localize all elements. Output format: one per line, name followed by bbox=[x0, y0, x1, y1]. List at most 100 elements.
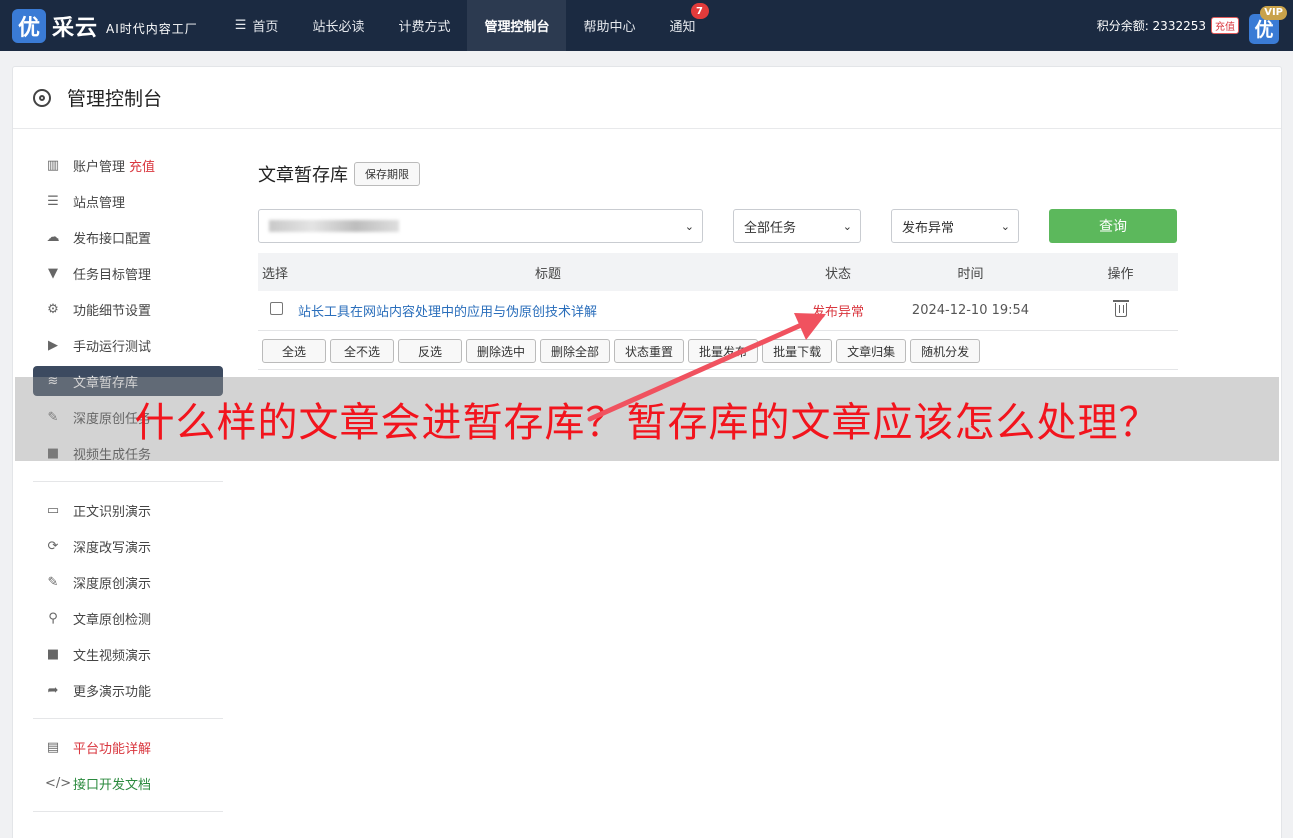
cogs-icon: ⚙ bbox=[47, 301, 59, 317]
logo[interactable]: 优 采云 AI时代内容工厂 bbox=[12, 0, 198, 51]
task-select-value: 全部任务 bbox=[744, 220, 797, 236]
select-none-button[interactable]: 全不选 bbox=[330, 339, 394, 363]
column-header: 操作 bbox=[1107, 266, 1134, 282]
logo-text: 采云 bbox=[52, 15, 99, 41]
sidebar-item-account[interactable]: ▥ 账户管理 充值 bbox=[33, 147, 223, 183]
filter-icon: ▼ bbox=[48, 265, 58, 281]
nav-item-must-read[interactable]: 站长必读 bbox=[295, 0, 381, 51]
notification-badge: 7 bbox=[690, 3, 709, 19]
sidebar-item-label: 账户管理 bbox=[73, 159, 126, 175]
sidebar-item-rewrite-demo[interactable]: ⟳ 深度改写演示 bbox=[33, 528, 223, 564]
share-icon: ➦ bbox=[47, 682, 59, 698]
sidebar-item-text-recognition-demo[interactable]: ▭ 正文识别演示 bbox=[33, 492, 223, 528]
table-header: 选择 标题 状态 时间 操作 bbox=[258, 253, 1178, 291]
sidebar-item-label: 文生视频演示 bbox=[73, 648, 152, 664]
sidebar-divider bbox=[33, 481, 223, 482]
server-icon: ☰ bbox=[47, 193, 59, 209]
gear-icon bbox=[33, 88, 51, 107]
retention-period-button[interactable]: 保存期限 bbox=[354, 162, 420, 186]
sidebar-item-label: 正文识别演示 bbox=[73, 504, 152, 520]
column-header: 时间 bbox=[957, 266, 984, 282]
sidebar-item-label: 手动运行测试 bbox=[73, 339, 152, 355]
sidebar-item-label: 深度改写演示 bbox=[73, 540, 152, 556]
sidebar-item-label: 功能细节设置 bbox=[73, 303, 152, 319]
chevron-down-icon: ⌄ bbox=[842, 220, 852, 233]
column-header: 标题 bbox=[534, 266, 561, 282]
sidebar-item-api-docs[interactable]: </> 接口开发文档 bbox=[33, 765, 223, 801]
nav-item-home[interactable]: ☰ 首页 bbox=[218, 0, 296, 51]
sidebar: ▥ 账户管理 充值 ☰ 站点管理 ☁ 发布接口配置 ▼ 任务目标管理 ⚙ 功能细… bbox=[33, 147, 223, 822]
sidebar-item-sites[interactable]: ☰ 站点管理 bbox=[33, 183, 223, 219]
random-distribute-button[interactable]: 随机分发 bbox=[910, 339, 981, 363]
nav-item-notifications[interactable]: 通知 7 bbox=[653, 0, 713, 51]
redacted-site-name bbox=[269, 220, 399, 232]
select-cell bbox=[258, 302, 298, 319]
row-checkbox[interactable] bbox=[270, 302, 283, 315]
article-title-link[interactable]: 站长工具在网站内容处理中的应用与伪原创技术详解 bbox=[298, 301, 798, 320]
column-header: 状态 bbox=[824, 266, 851, 282]
recharge-link[interactable]: 充值 bbox=[129, 156, 155, 175]
sidebar-item-task-targets[interactable]: ▼ 任务目标管理 bbox=[33, 255, 223, 291]
menu-icon: ☰ bbox=[234, 18, 247, 33]
nav-item-label: 通知 bbox=[669, 20, 696, 35]
query-button[interactable]: 查询 bbox=[1049, 209, 1177, 243]
nav-item-help[interactable]: 帮助中心 bbox=[566, 0, 652, 51]
column-header: 选择 bbox=[262, 266, 289, 282]
status-select[interactable]: 发布异常 ⌄ bbox=[891, 209, 1019, 243]
bulk-download-button[interactable]: 批量下载 bbox=[762, 339, 833, 363]
file-icon: ▤ bbox=[46, 739, 60, 755]
logo-mark: 优 bbox=[12, 8, 46, 43]
monitor-icon: ▭ bbox=[46, 502, 60, 518]
overlay-banner: 什么样的文章会进暂存库？暂存库的文章应该怎么处理？ bbox=[15, 377, 1279, 461]
sidebar-item-label: 发布接口配置 bbox=[73, 231, 152, 247]
nav-item-label: 帮助中心 bbox=[583, 20, 636, 35]
delete-selected-button[interactable]: 删除选中 bbox=[466, 339, 537, 363]
banner-text: 什么样的文章会进暂存库？暂存库的文章应该怎么处理？ bbox=[134, 400, 1160, 446]
select-all-button[interactable]: 全选 bbox=[262, 339, 326, 363]
chevron-down-icon: ⌄ bbox=[1000, 220, 1010, 233]
sidebar-item-label: 站点管理 bbox=[73, 195, 126, 211]
sidebar-divider bbox=[33, 811, 223, 812]
table-row: 站长工具在网站内容处理中的应用与伪原创技术详解 发布异常 2024-12-10 … bbox=[258, 291, 1178, 331]
invert-selection-button[interactable]: 反选 bbox=[398, 339, 462, 363]
sidebar-item-original-demo[interactable]: ✎ 深度原创演示 bbox=[33, 564, 223, 600]
time-text: 2024-12-10 19:54 bbox=[911, 303, 1030, 318]
sidebar-item-originality-check[interactable]: ⚲ 文章原创检测 bbox=[33, 600, 223, 636]
collect-articles-button[interactable]: 文章归集 bbox=[836, 339, 907, 363]
nav-item-pricing[interactable]: 计费方式 bbox=[381, 0, 467, 51]
section-header: 文章暂存库 保存期限 bbox=[258, 161, 1178, 187]
edit-icon: ✎ bbox=[47, 574, 59, 590]
task-select[interactable]: 全部任务 ⌄ bbox=[733, 209, 861, 243]
operation-cell bbox=[1063, 300, 1178, 321]
site-select[interactable]: ⌄ bbox=[258, 209, 703, 243]
reset-status-button[interactable]: 状态重置 bbox=[614, 339, 685, 363]
sidebar-item-label: 深度原创演示 bbox=[73, 576, 152, 592]
nav-item-label: 计费方式 bbox=[398, 20, 451, 35]
code-icon: </> bbox=[45, 775, 72, 791]
bar-chart-icon: ▥ bbox=[46, 157, 60, 173]
sidebar-item-settings[interactable]: ⚙ 功能细节设置 bbox=[33, 291, 223, 327]
articles-table: 选择 标题 状态 时间 操作 站长工具在网站内容处理中的应用与伪原创技术详解 发… bbox=[258, 253, 1178, 370]
video-icon: ■ bbox=[46, 646, 60, 662]
main-content: 文章暂存库 保存期限 ⌄ 全部任务 ⌄ 发布异常 ⌄ 查询 选择 标题 状态 时… bbox=[258, 147, 1178, 370]
sidebar-item-text-to-video-demo[interactable]: ■ 文生视频演示 bbox=[33, 636, 223, 672]
nav-item-console[interactable]: 管理控制台 bbox=[467, 0, 567, 51]
sidebar-item-publish-api[interactable]: ☁ 发布接口配置 bbox=[33, 219, 223, 255]
nav-item-label: 站长必读 bbox=[312, 20, 365, 35]
recharge-link[interactable]: 充值 bbox=[1211, 17, 1239, 34]
sidebar-item-more-demos[interactable]: ➦ 更多演示功能 bbox=[33, 672, 223, 708]
sidebar-item-manual-test[interactable]: ▶ 手动运行测试 bbox=[33, 327, 223, 363]
nav-item-label: 管理控制台 bbox=[484, 20, 550, 35]
delete-all-button[interactable]: 删除全部 bbox=[540, 339, 611, 363]
refresh-icon: ⟳ bbox=[47, 538, 59, 554]
sidebar-item-label: 平台功能详解 bbox=[73, 741, 152, 757]
sidebar-item-platform-features[interactable]: ▤ 平台功能详解 bbox=[33, 729, 223, 765]
status-select-value: 发布异常 bbox=[902, 220, 955, 236]
user-avatar[interactable]: 优 VIP bbox=[1249, 5, 1287, 46]
filter-bar: ⌄ 全部任务 ⌄ 发布异常 ⌄ 查询 bbox=[258, 209, 1178, 243]
page-title: 管理控制台 bbox=[67, 88, 163, 110]
status-text: 发布异常 bbox=[811, 305, 864, 320]
bulk-publish-button[interactable]: 批量发布 bbox=[688, 339, 759, 363]
trash-icon[interactable] bbox=[1112, 300, 1129, 317]
account-area: 积分余额: 2332253 充值 优 VIP bbox=[1097, 0, 1287, 51]
